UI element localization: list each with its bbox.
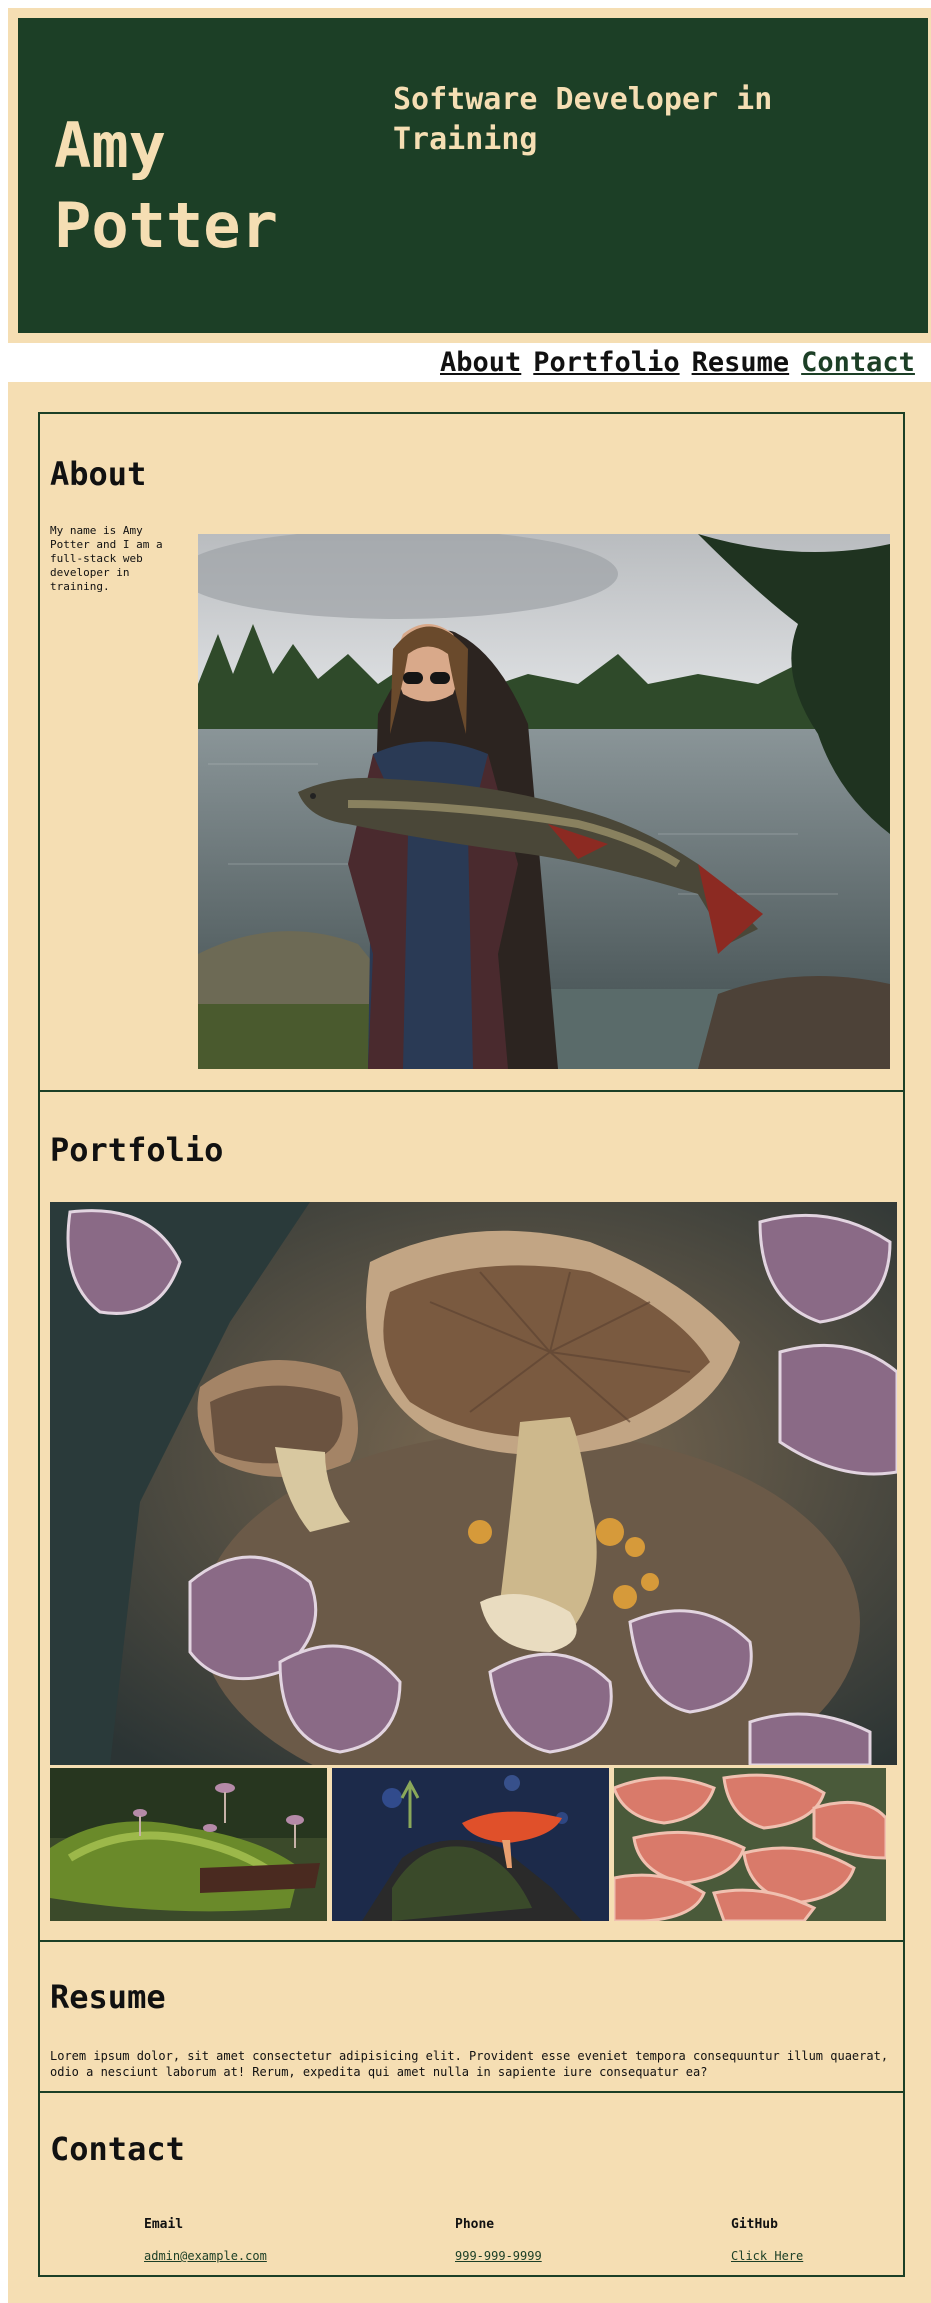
nav-link-resume[interactable]: Resume [692,347,790,378]
contact-section: Contact Email admin@example.com Phone 99… [38,2091,905,2277]
profile-photo [198,534,890,1069]
site-subtitle: Software Developer in Training [393,82,773,157]
github-label: GitHub [731,2217,778,2232]
phone-label: Phone [455,2217,495,2232]
contact-phone: Phone 999-999-9999 [455,2217,542,2264]
email-label: Email [144,2217,184,2232]
phone-link[interactable]: 999-999-9999 [455,2248,542,2264]
github-link[interactable]: Click Here [731,2248,803,2264]
about-text: My name is Amy Potter and I am a full-st… [50,524,163,593]
contact-heading: Contact [50,2130,185,2168]
portfolio-thumb-red-mushroom[interactable] [332,1768,609,1921]
nav-link-portfolio[interactable]: Portfolio [533,347,679,378]
contact-github: GitHub Click Here [731,2217,803,2264]
resume-section: Resume Lorem ipsum dolor, sit amet conse… [38,1940,905,2093]
header-frame: Amy Potter Software Developer in Trainin… [8,8,931,343]
portfolio-section: Portfolio [38,1090,905,1942]
nav-link-contact[interactable]: Contact [801,347,915,378]
site-name: Amy Potter [54,109,278,262]
portfolio-thumb-moss[interactable] [50,1768,327,1921]
portfolio-heading: Portfolio [50,1131,224,1169]
resume-heading: Resume [50,1978,166,2016]
resume-text: Lorem ipsum dolor, sit amet consectetur … [50,2049,889,2079]
main-content: About My name is Amy Potter and I am a f… [8,382,931,2303]
contact-email: Email admin@example.com [144,2217,267,2264]
about-section: About My name is Amy Potter and I am a f… [38,412,905,1092]
portfolio-hero-image[interactable] [50,1202,897,1765]
nav-link-about[interactable]: About [440,347,521,378]
email-link[interactable]: admin@example.com [144,2248,267,2264]
portfolio-thumb-bracket-fungus[interactable] [614,1768,886,1921]
main-nav: About Portfolio Resume Contact [440,344,931,382]
about-heading: About [50,455,147,493]
site-header: Amy Potter Software Developer in Trainin… [18,18,928,333]
